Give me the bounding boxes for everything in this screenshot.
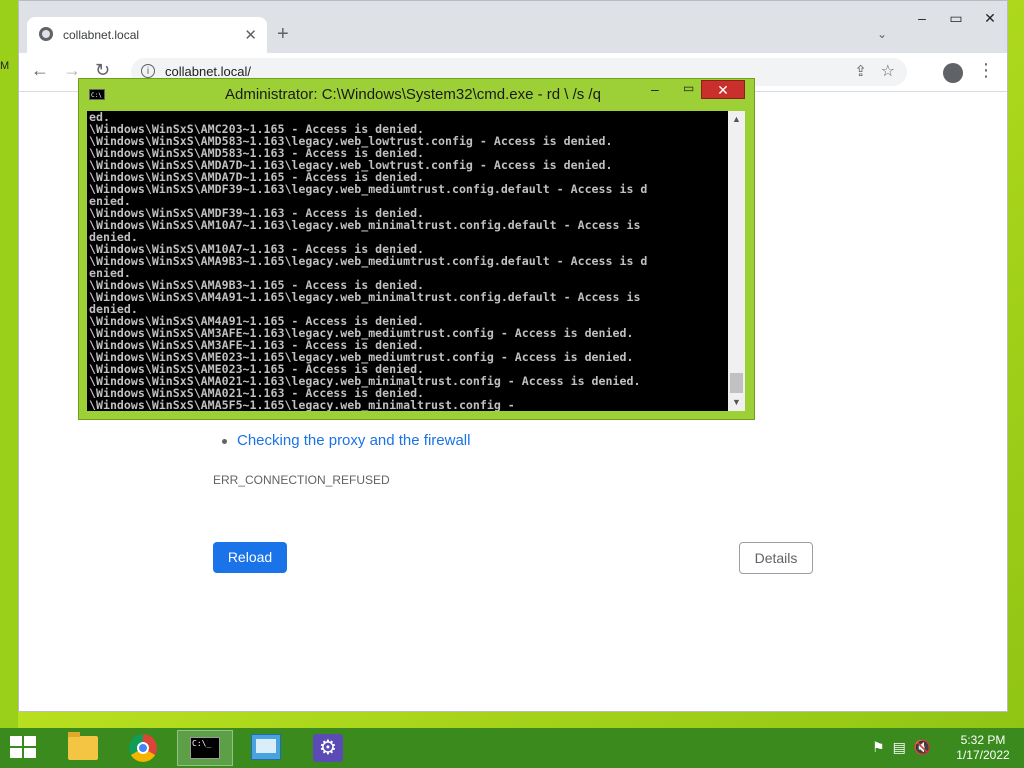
windows-start-icon[interactable]: [10, 736, 38, 760]
taskbar-explorer[interactable]: [54, 730, 110, 766]
desktop-edge-label: M: [0, 60, 10, 72]
terminal-icon: C:\_: [190, 737, 220, 759]
close-icon[interactable]: ✕: [244, 26, 257, 44]
minimize-button[interactable]: –: [905, 5, 939, 31]
browser-tab[interactable]: collabnet.local ✕: [27, 17, 267, 53]
desktop-background: [0, 0, 18, 728]
reload-button[interactable]: Reload: [213, 542, 287, 573]
system-tray: ⚑ ▤ 🔇: [872, 739, 931, 756]
url-text[interactable]: collabnet.local/: [165, 64, 251, 79]
cmd-close-button[interactable]: ✕: [701, 80, 745, 99]
globe-icon: [39, 27, 53, 41]
network-tray-icon[interactable]: ▤: [893, 739, 906, 756]
folder-icon: [68, 732, 98, 760]
maximize-button[interactable]: ▭: [939, 5, 973, 31]
clock-date: 1/17/2022: [956, 748, 1010, 762]
error-code: ERR_CONNECTION_REFUSED: [213, 473, 390, 487]
taskbar-settings[interactable]: ⚙: [301, 730, 357, 766]
network-icon: [251, 734, 281, 760]
tab-strip: collabnet.local ✕ + ⌄ – ▭ ✕: [19, 1, 1007, 53]
scroll-up-icon[interactable]: ▲: [728, 111, 745, 128]
scroll-thumb[interactable]: [730, 373, 743, 393]
cmd-maximize-button[interactable]: ▭: [683, 81, 694, 95]
share-icon[interactable]: ⇪: [854, 62, 867, 80]
console-text: ed. \Windows\WinSxS\AMC203~1.165 - Acces…: [89, 111, 648, 411]
settings-gear-icon: ⚙: [313, 734, 343, 762]
star-icon[interactable]: ☆: [881, 61, 895, 81]
profile-icon[interactable]: [943, 63, 963, 83]
taskbar-chrome[interactable]: [116, 730, 172, 766]
cmd-icon: C:\: [89, 89, 105, 100]
chevron-down-icon[interactable]: ⌄: [877, 27, 887, 41]
window-controls: – ▭ ✕: [905, 5, 1007, 31]
plus-icon[interactable]: +: [277, 23, 289, 46]
chrome-icon: [129, 734, 157, 762]
cmd-minimize-button[interactable]: –: [651, 81, 659, 97]
taskbar-network[interactable]: [239, 730, 295, 766]
details-button[interactable]: Details: [739, 542, 813, 574]
clock[interactable]: 5:32 PM 1/17/2022: [948, 733, 1018, 763]
tab-title: collabnet.local: [63, 28, 140, 42]
clock-time: 5:32 PM: [960, 733, 1006, 747]
kebab-menu-icon[interactable]: ⋮: [977, 60, 995, 81]
console-output[interactable]: ed. \Windows\WinSxS\AMC203~1.165 - Acces…: [87, 111, 728, 411]
close-window-button[interactable]: ✕: [973, 5, 1007, 31]
taskbar: C:\_ ⚙ ⚑ ▤ 🔇 5:32 PM 1/17/2022: [0, 728, 1024, 768]
back-icon[interactable]: ←: [31, 60, 49, 81]
flag-icon[interactable]: ⚑: [872, 739, 885, 756]
taskbar-cmd[interactable]: C:\_: [177, 730, 233, 766]
cmd-window[interactable]: C:\ Administrator: C:\Windows\System32\c…: [78, 78, 755, 420]
info-icon[interactable]: i: [141, 64, 155, 78]
cmd-title: Administrator: C:\Windows\System32\cmd.e…: [225, 86, 601, 103]
volume-muted-icon[interactable]: 🔇: [914, 739, 931, 756]
console-scrollbar[interactable]: ▲ ▼: [728, 111, 745, 411]
scroll-down-icon[interactable]: ▼: [728, 394, 745, 411]
suggestion-link[interactable]: Checking the proxy and the firewall: [221, 432, 470, 449]
